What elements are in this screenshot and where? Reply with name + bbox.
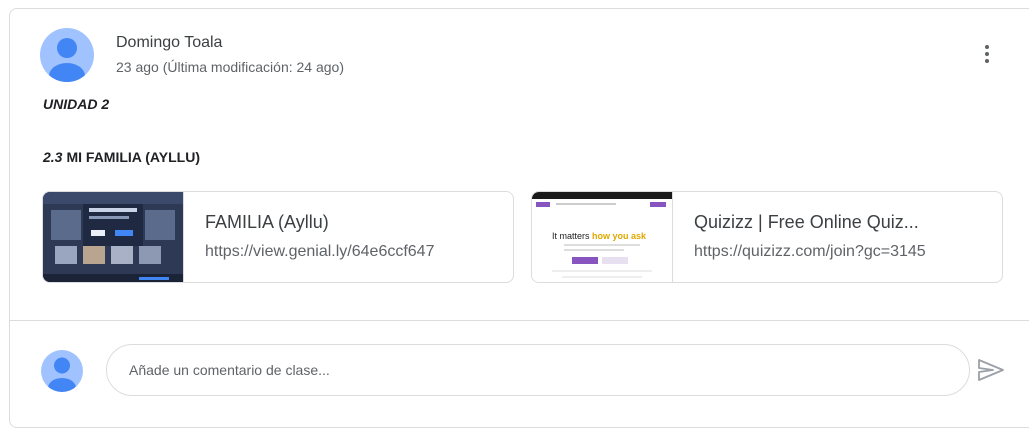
stream-post-card: Domingo Toala 23 ago (Última modificació… xyxy=(9,8,1029,428)
attachment-url: https://quizizz.com/join?gc=3145 xyxy=(694,243,926,260)
author-avatar-icon[interactable] xyxy=(40,28,94,82)
comment-divider xyxy=(10,320,1029,321)
class-comment-input[interactable] xyxy=(106,344,970,396)
svg-text:It matters how you ask: It matters how you ask xyxy=(552,231,647,241)
attachment-genially[interactable]: FAMILIA (Ayllu) https://view.genial.ly/6… xyxy=(42,191,514,283)
attachment-title[interactable]: Quizizz | Free Online Quiz... xyxy=(694,212,984,233)
send-icon[interactable] xyxy=(976,357,1006,383)
attachment-thumbnail-genially xyxy=(43,192,184,282)
post-unit-heading: UNIDAD 2 xyxy=(43,96,110,112)
section-title: MI FAMILIA (AYLLU) xyxy=(66,149,200,165)
attachment-url: https://view.genial.ly/64e6ccf647 xyxy=(205,243,435,260)
quizizz-thumb-text-1: It matters xyxy=(552,231,592,241)
attachment-title[interactable]: FAMILIA (Ayllu) xyxy=(205,212,495,233)
user-avatar-icon xyxy=(41,350,83,392)
author-name[interactable]: Domingo Toala xyxy=(116,34,222,52)
attachment-thumbnail-quizizz: It matters how you ask xyxy=(532,192,673,282)
post-timestamp: 23 ago (Última modificación: 24 ago) xyxy=(116,59,345,75)
post-section-heading: 2.3 MI FAMILIA (AYLLU) xyxy=(43,149,200,165)
quizizz-thumb-text-2: how you ask xyxy=(592,231,647,241)
section-number: 2.3 xyxy=(43,149,63,165)
attachment-quizizz[interactable]: It matters how you ask Quizizz | Free On… xyxy=(531,191,1003,283)
more-vert-icon[interactable] xyxy=(972,39,1002,69)
